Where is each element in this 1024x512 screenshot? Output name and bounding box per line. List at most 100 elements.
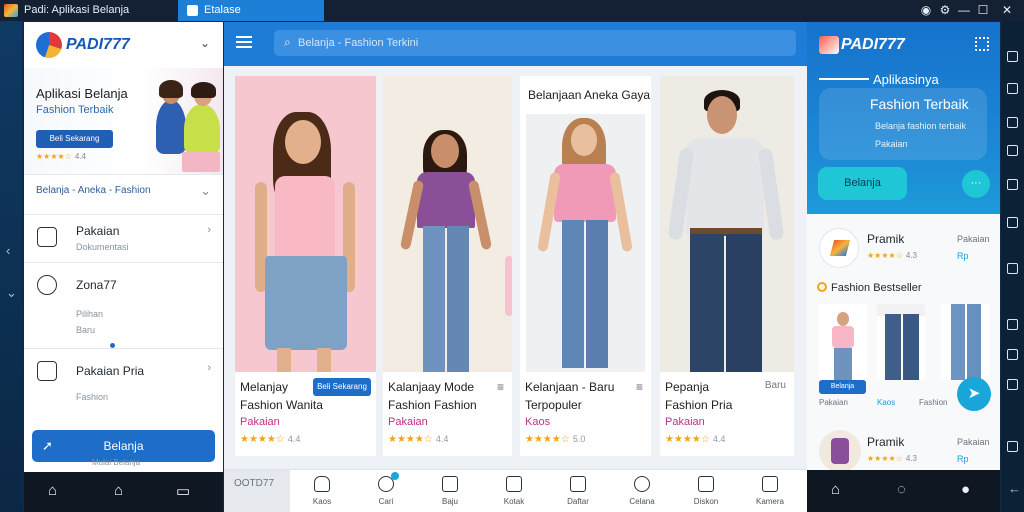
menu-item-subtitle-2: Baru [76, 325, 96, 335]
product-card[interactable]: Belanjaan Aneka Gaya Kelanjaan - Baru ≡ … [520, 76, 651, 456]
tab-kaos[interactable]: Kaos [290, 470, 354, 512]
app-icon [4, 4, 18, 17]
cta-caption: Mulai Belanja [92, 458, 141, 467]
right-feed: Pramik Pakaian ★★★★☆ 4.3 Rp Fashion Bests… [807, 214, 1000, 472]
recent-apps-icon[interactable]: ⌂ [114, 482, 123, 499]
tab-label: Etalase [204, 4, 241, 16]
toolbar-icon-7[interactable] [1007, 263, 1018, 274]
product-thumbnail[interactable] [877, 304, 925, 380]
toolbar-icon-10[interactable] [1007, 379, 1018, 390]
toolbar-icon-1[interactable] [1007, 51, 1018, 62]
more-options-button[interactable]: ··· [962, 170, 990, 198]
product-subtitle: Fashion Pria [665, 398, 733, 412]
tab-kamera[interactable]: Kamera [738, 470, 802, 512]
product-category: Pakaian [388, 416, 428, 428]
tab-label: Daftar [567, 497, 589, 506]
rating-count: 4.3 [905, 454, 917, 463]
product-photo [520, 76, 651, 372]
minimize-button[interactable]: — [955, 2, 973, 19]
search-bar[interactable]: ⌕ [274, 30, 796, 56]
back-icon[interactable]: ▭ [176, 482, 190, 500]
product-name[interactable]: Pramik [867, 435, 904, 449]
rating-count: 5.0 [572, 434, 586, 444]
menu-item-zona77[interactable]: Zona77 Pilihan Baru [24, 262, 223, 348]
profile-icon[interactable]: ● [961, 481, 970, 498]
tab-baju[interactable]: Baju [418, 470, 482, 512]
category-selector[interactable]: Belanja - Aneka - Fashion ⌄ [24, 174, 223, 214]
store-name[interactable]: Pramik [867, 232, 904, 246]
toolbar-icon-8[interactable] [1007, 319, 1018, 330]
chevron-down-icon[interactable]: ⌄ [6, 285, 17, 301]
toolbar-icon-2[interactable] [1007, 83, 1018, 94]
search-icon: ⌕ [284, 35, 291, 49]
tab-daftar[interactable]: Daftar [546, 470, 610, 512]
chevron-right-icon: › [207, 224, 211, 236]
tab-diskon[interactable]: Diskon [674, 470, 738, 512]
toolbar-icon-9[interactable] [1007, 349, 1018, 360]
tag-icon [698, 476, 714, 492]
menu-item-subtitle: Fashion [76, 392, 109, 402]
product-subtitle: Fashion Wanita [240, 398, 323, 412]
tab-kotak[interactable]: Kotak [482, 470, 546, 512]
rating-stars: ★★★★☆ [867, 251, 903, 260]
menu-item-subtitle: Dokumentasi [76, 242, 129, 252]
hamburger-menu-icon[interactable] [236, 36, 252, 48]
more-icon[interactable]: ≡ [497, 380, 504, 394]
settings-icon[interactable]: ⚙ [936, 2, 954, 19]
send-fab-icon[interactable]: ➤ [957, 377, 991, 411]
toolbar-icon-3[interactable] [1007, 117, 1018, 128]
product-rating: ★★★★☆ 4.4 [388, 434, 448, 445]
edit-icon [37, 361, 57, 381]
toolbar-icon-11[interactable] [1007, 441, 1018, 452]
product-card[interactable]: Pepanja Baru Fashion Pria Pakaian ★★★★☆ 4… [660, 76, 794, 456]
rating-count: 4.3 [905, 251, 917, 260]
tab-celana[interactable]: Celana [610, 470, 674, 512]
hero-shop-button[interactable]: Belanja [818, 167, 907, 200]
list-icon [570, 476, 586, 492]
tab-label: Kamera [755, 497, 784, 506]
toolbar-icon-4[interactable] [1007, 145, 1018, 156]
product-category: Pakaian [665, 416, 705, 428]
product-rating: ★★★★☆ 5.0 [525, 434, 585, 445]
product-thumbnail[interactable] [819, 304, 867, 380]
category-selector-label: Belanja - Aneka - Fashion [36, 185, 151, 196]
thumbnail-label: Kaos [877, 398, 896, 407]
chevron-down-icon[interactable]: ⌄ [200, 36, 210, 50]
search-input[interactable] [298, 33, 788, 53]
back-arrow-icon[interactable]: ← [1008, 481, 1021, 496]
tab-ootd77[interactable]: OOTD77 [224, 470, 290, 512]
toolbar-icon-5[interactable] [1007, 179, 1018, 190]
tab-etalase[interactable]: Etalase [178, 0, 324, 21]
more-icon[interactable]: ≡ [636, 380, 643, 394]
maximize-button[interactable]: ☐ [974, 2, 992, 19]
menu-item-pakaian[interactable]: Pakaian Dokumentasi › [24, 214, 223, 262]
toolbar-icon-6[interactable] [1007, 217, 1018, 228]
product-price: Rp [957, 454, 969, 464]
chat-icon[interactable]: ◌ [897, 481, 906, 498]
menu-item-title: Pakaian Pria [76, 364, 145, 378]
thumbnail-label: Pakaian [819, 398, 848, 407]
chevron-left-icon[interactable]: ‹ [6, 243, 10, 258]
grid-menu-icon[interactable] [975, 37, 989, 51]
product-card[interactable]: Kalanjaay Mode ≡ Fashion Fashion Pakaian… [383, 76, 512, 456]
rating-stars: ★★★★☆ [525, 434, 570, 445]
buy-now-button[interactable]: Beli Sekarang [313, 378, 371, 396]
info-icon [634, 476, 650, 492]
home-icon[interactable]: ⌂ [48, 482, 57, 499]
thumbnail-shop-button[interactable]: Belanja [819, 380, 866, 394]
record-icon[interactable]: ◉ [917, 2, 935, 19]
tab-cari[interactable]: Cari [354, 470, 418, 512]
rating-stars: ★★★★☆ [388, 434, 433, 445]
rating-stars: ★★★★☆ [36, 152, 72, 161]
right-hero-panel: PADI777 Aplikasinya Fashion Terbaik Bela… [807, 22, 1000, 214]
store-rating: ★★★★☆ 4.3 [867, 251, 917, 260]
promo-buy-button[interactable]: Beli Sekarang [36, 130, 113, 148]
product-subtitle: Fashion Fashion [388, 398, 477, 412]
close-button[interactable]: ✕ [998, 2, 1016, 19]
menu-item-pakaian-pria[interactable]: Pakaian Pria Fashion › [24, 348, 223, 414]
product-card[interactable]: Melanjay Beli Sekarang Fashion Wanita Pa… [235, 76, 376, 456]
product-thumbnail[interactable] [941, 304, 989, 380]
product-photo [383, 76, 512, 372]
home-icon[interactable]: ⌂ [831, 481, 840, 498]
belanja-button-label: Belanja [103, 439, 144, 453]
